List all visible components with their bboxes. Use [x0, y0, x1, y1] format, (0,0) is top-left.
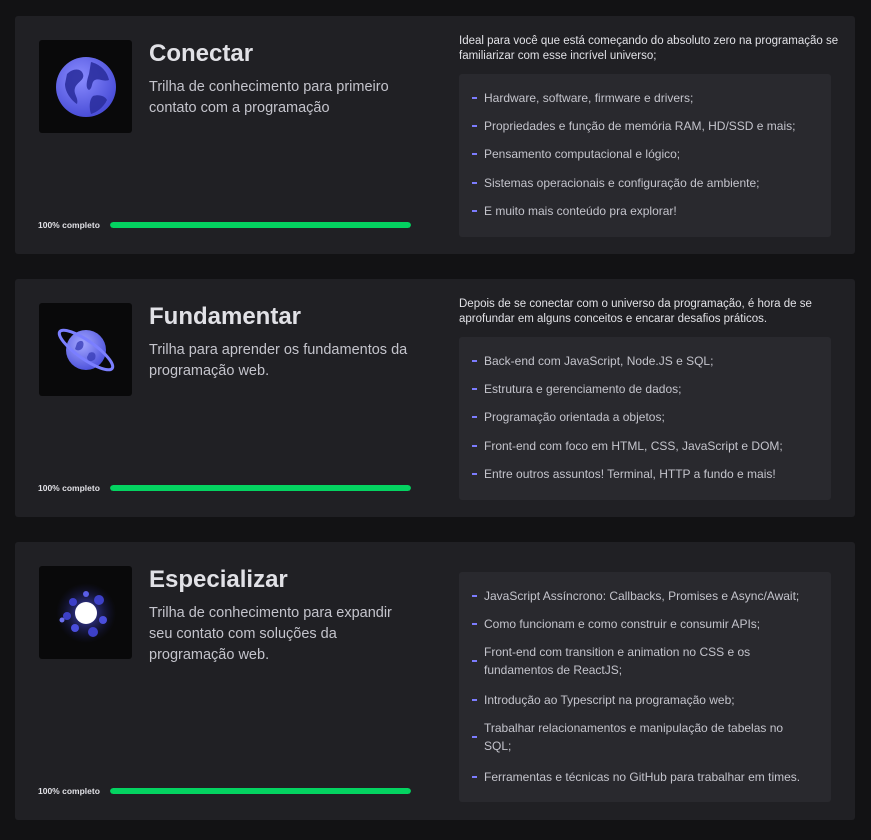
topic-item: Back-end com JavaScript, Node.JS e SQL; — [472, 352, 809, 370]
topic-item: Ferramentas e técnicas no GitHub para tr… — [472, 768, 809, 786]
progress-indicator: 100% completo — [38, 220, 411, 230]
topic-text: E muito mais conteúdo pra explorar! — [484, 204, 677, 218]
track-description: Trilha de conhecimento para primeiro con… — [149, 79, 389, 116]
track-icon-box — [39, 566, 132, 659]
bullet-dash-icon — [472, 388, 477, 390]
progress-fill — [110, 222, 411, 228]
progress-track — [110, 485, 411, 491]
progress-fill — [110, 788, 411, 794]
topic-text: Back-end com JavaScript, Node.JS e SQL; — [484, 354, 714, 368]
track-intro: Depois de se conectar com o universo da … — [459, 298, 812, 325]
progress-label: 100% completo — [38, 786, 100, 796]
track-description: Trilha de conhecimento para expandir seu… — [149, 605, 392, 663]
topic-list: JavaScript Assíncrono: Callbacks, Promis… — [459, 572, 831, 802]
track-description: Trilha para aprender os fundamentos da p… — [149, 342, 408, 379]
track-card-conectar: Conectar Trilha de conhecimento para pri… — [15, 16, 855, 254]
progress-label: 100% completo — [38, 483, 100, 493]
bullet-dash-icon — [472, 182, 477, 184]
bullet-dash-icon — [472, 776, 477, 778]
topic-item: Como funcionam e como construir e consum… — [472, 615, 809, 633]
topic-item: Propriedades e função de memória RAM, HD… — [472, 117, 809, 135]
topic-text: JavaScript Assíncrono: Callbacks, Promis… — [484, 589, 800, 603]
track-intro: Ideal para você que está começando do ab… — [459, 35, 839, 62]
track-title: Especializar — [149, 566, 288, 593]
track-title: Fundamentar — [149, 303, 302, 330]
topic-item: Sistemas operacionais e configuração de … — [472, 174, 809, 192]
topic-item: Hardware, software, firmware e drivers; — [472, 89, 809, 107]
topic-item: Estrutura e gerenciamento de dados; — [472, 380, 809, 398]
track-title: Conectar — [149, 40, 254, 67]
topic-text: Front-end com transition e animation no … — [484, 645, 751, 677]
topic-text: Programação orientada a objetos; — [484, 410, 665, 424]
track-icon-box — [39, 303, 132, 396]
topic-text: Sistemas operacionais e configuração de … — [484, 176, 760, 190]
bullet-dash-icon — [472, 699, 477, 701]
topic-item: E muito mais conteúdo pra explorar! — [472, 202, 809, 220]
topic-item: Front-end com foco em HTML, CSS, JavaScr… — [472, 437, 809, 455]
track-card-fundamentar: Fundamentar Trilha para aprender os fund… — [15, 279, 855, 517]
bullet-dash-icon — [472, 595, 477, 597]
topic-text: Propriedades e função de memória RAM, HD… — [484, 119, 796, 133]
topic-text: Ferramentas e técnicas no GitHub para tr… — [484, 770, 801, 784]
progress-indicator: 100% completo — [38, 786, 411, 796]
progress-track — [110, 222, 411, 228]
progress-label: 100% completo — [38, 220, 100, 230]
bullet-dash-icon — [472, 416, 477, 418]
bullet-dash-icon — [472, 736, 477, 738]
topic-text: Entre outros assuntos! Terminal, HTTP a … — [484, 467, 776, 481]
topic-item: Trabalhar relacionamentos e manipulação … — [472, 719, 809, 755]
globe-icon — [55, 56, 116, 117]
topic-item: JavaScript Assíncrono: Callbacks, Promis… — [472, 587, 809, 605]
topic-item: Pensamento computacional e lógico; — [472, 145, 809, 163]
topic-text: Hardware, software, firmware e drivers; — [484, 91, 694, 105]
topic-text: Trabalhar relacionamentos e manipulação … — [484, 721, 784, 753]
bullet-dash-icon — [472, 153, 477, 155]
galaxy-icon — [55, 582, 116, 643]
topic-text: Front-end com foco em HTML, CSS, JavaScr… — [484, 439, 783, 453]
bullet-dash-icon — [472, 210, 477, 212]
topic-item: Front-end com transition e animation no … — [472, 643, 809, 679]
topic-text: Introdução ao Typescript na programação … — [484, 693, 735, 707]
progress-track — [110, 788, 411, 794]
bullet-dash-icon — [472, 473, 477, 475]
track-card-especializar: Especializar Trilha de conhecimento para… — [15, 542, 855, 820]
topic-text: Pensamento computacional e lógico; — [484, 147, 681, 161]
bullet-dash-icon — [472, 125, 477, 127]
bullet-dash-icon — [472, 97, 477, 99]
progress-indicator: 100% completo — [38, 483, 411, 493]
topic-item: Entre outros assuntos! Terminal, HTTP a … — [472, 465, 809, 483]
topic-list: Back-end com JavaScript, Node.JS e SQL; … — [459, 337, 831, 500]
topic-text: Como funcionam e como construir e consum… — [484, 617, 761, 631]
topic-text: Estrutura e gerenciamento de dados; — [484, 382, 682, 396]
topic-item: Introdução ao Typescript na programação … — [472, 691, 809, 709]
bullet-dash-icon — [472, 623, 477, 625]
topic-list: Hardware, software, firmware e drivers; … — [459, 74, 831, 237]
bullet-dash-icon — [472, 660, 477, 662]
bullet-dash-icon — [472, 360, 477, 362]
planet-icon — [57, 328, 114, 371]
track-icon-box — [39, 40, 132, 133]
bullet-dash-icon — [472, 445, 477, 447]
progress-fill — [110, 485, 411, 491]
topic-item: Programação orientada a objetos; — [472, 408, 809, 426]
